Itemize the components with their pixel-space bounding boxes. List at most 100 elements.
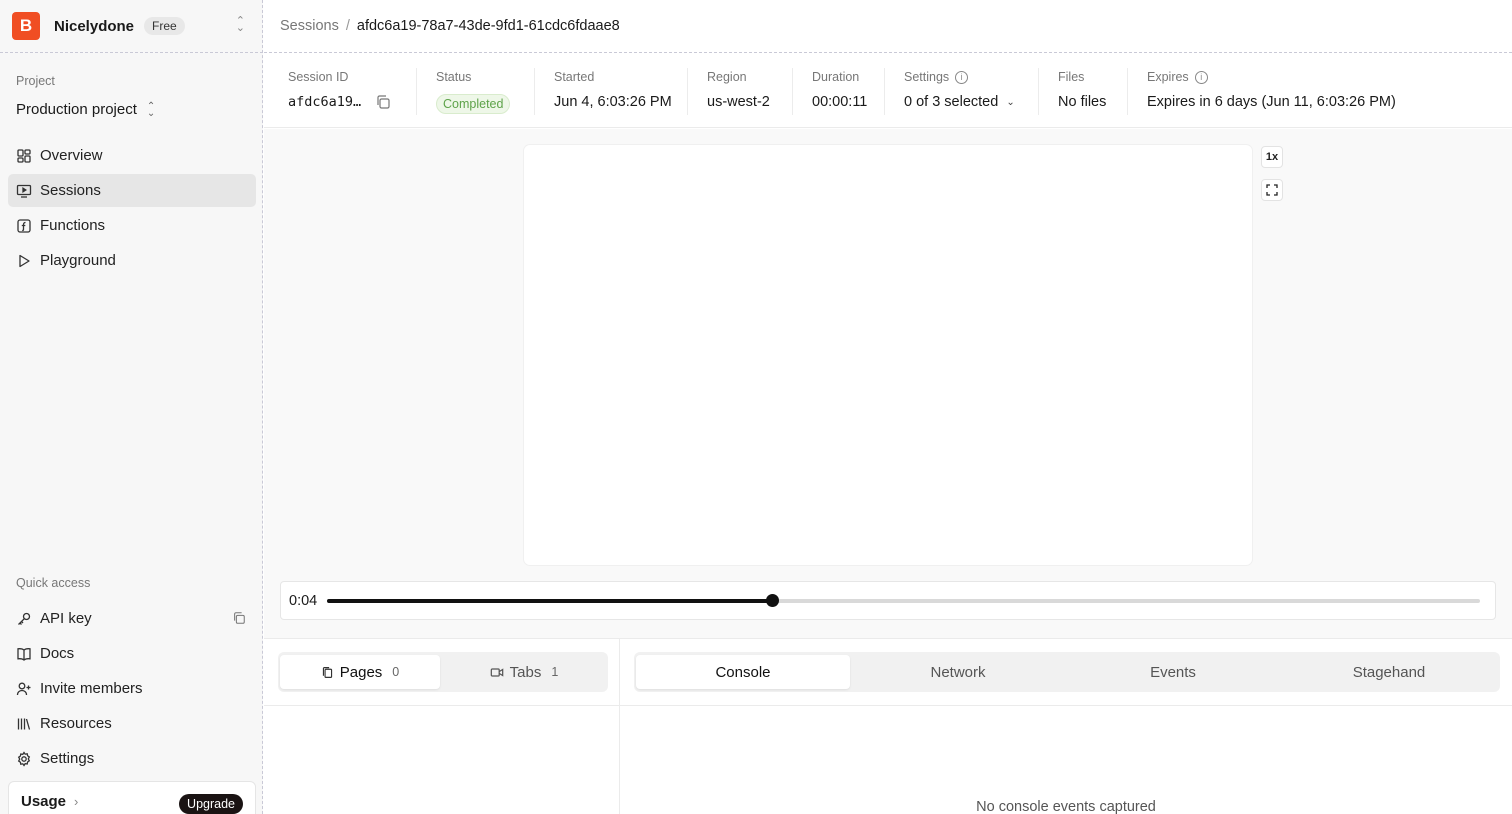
- nav-item-overview[interactable]: Overview: [8, 139, 256, 172]
- settings-field: Settings i 0 of 3 selected ⌄: [884, 53, 1015, 128]
- nav-label: Invite members: [40, 680, 143, 697]
- chevron-down-icon: ⌄: [1006, 96, 1015, 108]
- settings-value: 0 of 3 selected: [904, 94, 999, 110]
- session-id-value: afdc6a19…: [288, 94, 362, 110]
- breadcrumb-separator: /: [345, 18, 350, 34]
- duration-field: Duration 00:00:11: [792, 53, 867, 128]
- tab-count: 0: [392, 665, 400, 679]
- duration-value: 00:00:11: [812, 94, 868, 110]
- play-icon: [16, 253, 32, 269]
- files-label: Files: [1058, 70, 1085, 84]
- tab-label: Tabs: [509, 663, 542, 681]
- nav-label: Docs: [40, 645, 75, 662]
- started-value: Jun 4, 6:03:26 PM: [554, 94, 672, 110]
- nav-item-invite-members[interactable]: Invite members: [8, 672, 256, 705]
- devtools-panel: Pages 0 Tabs 1 Console Network Events St…: [264, 638, 1512, 814]
- breadcrumb-current: afdc6a19-78a7-43de-9fd1-61cdc6fdaae8: [356, 18, 620, 34]
- info-icon[interactable]: i: [1194, 70, 1208, 84]
- nav-item-functions[interactable]: Functions: [8, 209, 256, 242]
- org-switcher[interactable]: B Nicelydone Free ⌃ ⌄: [0, 0, 263, 53]
- project-select[interactable]: Production project ⌃ ⌄: [16, 101, 155, 118]
- playback-timeline: 0:04: [280, 581, 1496, 620]
- divider: [264, 705, 619, 706]
- expires-value: Expires in 6 days (Jun 11, 6:03:26 PM): [1147, 94, 1396, 110]
- nav-label: Sessions: [40, 182, 101, 199]
- session-info-bar: Session ID afdc6a19… Status Completed St…: [264, 53, 1512, 128]
- book-icon: [16, 646, 32, 662]
- chevron-right-icon: ›: [74, 793, 79, 809]
- nav-item-sessions[interactable]: Sessions: [8, 174, 256, 207]
- settings-dropdown[interactable]: 0 of 3 selected ⌄: [904, 94, 1015, 110]
- pages-tabs-switcher: Pages 0 Tabs 1: [278, 652, 608, 692]
- nav-label: Resources: [40, 715, 112, 732]
- usage-label: Usage: [21, 792, 67, 810]
- user-plus-icon: [16, 681, 32, 697]
- usage-card[interactable]: Usage › Upgrade: [8, 781, 256, 814]
- nav-label: Playground: [40, 252, 116, 269]
- expires-label: Expires: [1147, 70, 1189, 84]
- gear-icon: [16, 750, 32, 767]
- started-label: Started: [554, 70, 595, 84]
- files-field: Files No files: [1038, 53, 1106, 128]
- monitor-play-icon: [16, 183, 32, 199]
- session-id-label: Session ID: [288, 70, 349, 84]
- org-name: Nicelydone: [54, 17, 135, 35]
- nav-label: Settings: [40, 750, 95, 767]
- fullscreen-icon[interactable]: [1261, 179, 1283, 201]
- console-tabs-switcher: Console Network Events Stagehand: [634, 652, 1500, 692]
- session-replay-area: 1x 0:04 Pages 0 Tabs 1 Console Network E…: [264, 129, 1512, 814]
- nav-item-playground[interactable]: Playground: [8, 244, 256, 277]
- breadcrumb: Sessions / afdc6a19-78a7-43de-9fd1-61cdc…: [264, 0, 1512, 53]
- sidebar: B Nicelydone Free ⌃ ⌄ Project Production …: [0, 0, 263, 814]
- seek-handle[interactable]: [766, 594, 780, 607]
- pages-icon: [321, 666, 334, 679]
- seek-bar[interactable]: [327, 594, 1480, 607]
- nav-item-docs[interactable]: Docs: [8, 637, 256, 670]
- nav-item-api-key[interactable]: API key: [8, 602, 256, 635]
- tab-network[interactable]: Network: [852, 655, 1064, 689]
- tab-tabs[interactable]: Tabs 1: [444, 655, 604, 689]
- info-icon[interactable]: i: [955, 70, 969, 84]
- nav-item-settings[interactable]: Settings: [8, 742, 256, 775]
- divider: [620, 705, 1512, 706]
- console-empty-state: No console events captured: [976, 799, 1156, 814]
- library-icon: [16, 716, 32, 732]
- video-icon: [490, 666, 504, 679]
- tab-stagehand[interactable]: Stagehand: [1282, 655, 1496, 689]
- nav-label: API key: [40, 610, 92, 627]
- copy-icon[interactable]: [375, 94, 391, 110]
- project-label: Project: [16, 74, 55, 88]
- region-value: us-west-2: [707, 94, 770, 110]
- region-field: Region us-west-2: [687, 53, 770, 128]
- plan-badge: Free: [144, 17, 185, 35]
- started-field: Started Jun 4, 6:03:26 PM: [534, 53, 672, 128]
- quick-access-label: Quick access: [16, 576, 91, 590]
- duration-label: Duration: [812, 70, 860, 84]
- status-badge: Completed: [436, 94, 511, 114]
- copy-icon[interactable]: [232, 611, 246, 629]
- tab-console[interactable]: Console: [636, 655, 850, 689]
- expires-field: Expires i Expires in 6 days (Jun 11, 6:03…: [1127, 53, 1396, 128]
- region-label: Region: [707, 70, 747, 84]
- upgrade-button[interactable]: Upgrade: [179, 794, 243, 814]
- nav-label: Functions: [40, 217, 106, 234]
- session-id-field: Session ID afdc6a19…: [288, 53, 391, 128]
- tab-label: Pages: [339, 663, 383, 681]
- status-label: Status: [436, 70, 472, 84]
- nav-item-resources[interactable]: Resources: [8, 707, 256, 740]
- breadcrumb-sessions-link[interactable]: Sessions: [280, 18, 339, 34]
- tab-events[interactable]: Events: [1066, 655, 1280, 689]
- settings-label: Settings: [904, 70, 950, 84]
- seek-bar-progress: [327, 599, 773, 603]
- brand-logo: B: [12, 12, 40, 40]
- tab-pages[interactable]: Pages 0: [280, 655, 440, 689]
- chevron-updown-icon: ⌃ ⌄: [146, 100, 156, 119]
- pages-tabs-panel: Pages 0 Tabs 1: [264, 639, 620, 814]
- replay-viewport[interactable]: [524, 145, 1252, 565]
- playback-speed-button[interactable]: 1x: [1261, 146, 1283, 168]
- status-field: Status Completed: [416, 53, 511, 128]
- chevron-updown-icon[interactable]: ⌃ ⌄: [236, 16, 245, 34]
- current-time: 0:04: [289, 593, 318, 609]
- nav-label: Overview: [40, 147, 103, 164]
- grid-icon: [16, 148, 32, 164]
